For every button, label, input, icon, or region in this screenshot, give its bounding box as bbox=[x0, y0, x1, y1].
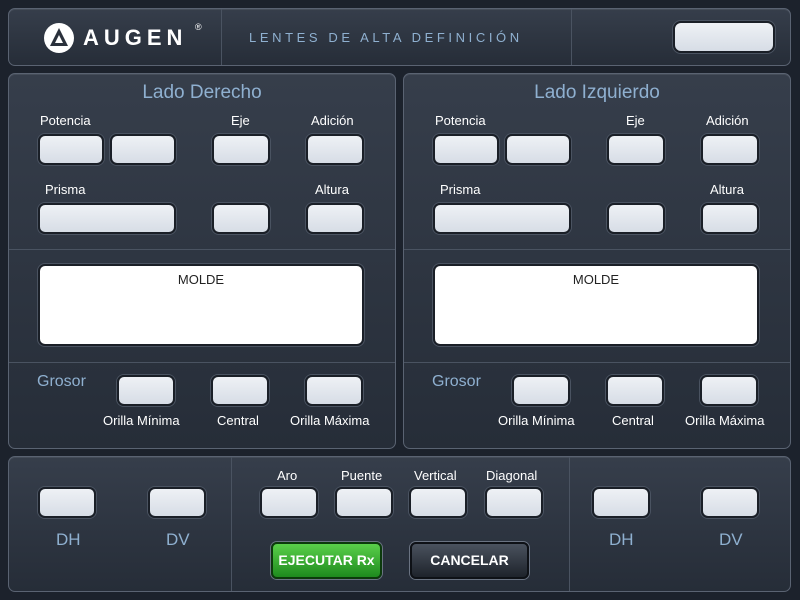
bottom-divider bbox=[569, 457, 570, 591]
right-eye-panel: Lado Derecho Potencia Eje Adición Prisma… bbox=[8, 73, 396, 449]
bottom-divider bbox=[231, 457, 232, 591]
brand-name: AUGEN bbox=[83, 25, 188, 50]
header-corner-field[interactable] bbox=[673, 21, 775, 53]
axis-label: Eje bbox=[626, 113, 645, 128]
diagonal-label: Diagonal bbox=[486, 468, 538, 483]
center-field[interactable] bbox=[606, 375, 664, 406]
brand-registered-mark: ® bbox=[195, 22, 202, 32]
sphere-field[interactable] bbox=[433, 134, 499, 165]
dh-label: DH bbox=[56, 530, 81, 549]
dh-left-field[interactable] bbox=[592, 487, 650, 518]
logo: AUGEN ® bbox=[43, 22, 213, 54]
header-bar: AUGEN ® LENTES DE ALTA DEFINICIÓN bbox=[8, 8, 791, 66]
mold-label: MOLDE bbox=[177, 272, 225, 287]
left-eye-panel: Lado Izquierdo Potencia Eje Adición Pris… bbox=[403, 73, 791, 449]
center-label: Central bbox=[612, 413, 654, 428]
frame-measurements-panel: DH DV Aro Puente Vertical Diagonal EJECU… bbox=[8, 456, 791, 592]
max-edge-label: Orilla Máxima bbox=[685, 413, 765, 428]
prism-field[interactable] bbox=[38, 203, 176, 234]
power-label: Potencia bbox=[435, 113, 486, 128]
bridge-field[interactable] bbox=[335, 487, 393, 518]
height-field[interactable] bbox=[306, 203, 364, 234]
section-divider bbox=[404, 249, 790, 250]
max-edge-field[interactable] bbox=[700, 375, 758, 406]
axis-label: Eje bbox=[231, 113, 250, 128]
tagline: LENTES DE ALTA DEFINICIÓN bbox=[249, 30, 523, 45]
addition-label: Adición bbox=[706, 113, 749, 128]
header-divider bbox=[221, 9, 222, 65]
thickness-label: Grosor bbox=[432, 373, 481, 390]
max-edge-label: Orilla Máxima bbox=[290, 413, 370, 428]
dh-right-field[interactable] bbox=[38, 487, 96, 518]
height-field[interactable] bbox=[701, 203, 759, 234]
mold-label: MOLDE bbox=[572, 272, 620, 287]
vertical-field[interactable] bbox=[409, 487, 467, 518]
section-divider bbox=[9, 249, 395, 250]
diagonal-field[interactable] bbox=[485, 487, 543, 518]
section-divider bbox=[9, 362, 395, 363]
vertical-label: Vertical bbox=[414, 468, 457, 483]
prism-label: Prisma bbox=[440, 182, 481, 197]
dv-left-field[interactable] bbox=[701, 487, 759, 518]
min-edge-field[interactable] bbox=[117, 375, 175, 406]
dh-label: DH bbox=[609, 530, 634, 549]
height-label: Altura bbox=[710, 182, 744, 197]
addition-field[interactable] bbox=[306, 134, 364, 165]
prism-base-field[interactable] bbox=[607, 203, 665, 234]
execute-rx-button[interactable]: EJECUTAR Rx bbox=[271, 542, 382, 579]
cylinder-field[interactable] bbox=[110, 134, 176, 165]
dv-label: DV bbox=[719, 530, 743, 549]
triangle-circle-icon bbox=[44, 23, 74, 53]
axis-field[interactable] bbox=[212, 134, 270, 165]
addition-field[interactable] bbox=[701, 134, 759, 165]
prism-base-field[interactable] bbox=[212, 203, 270, 234]
bridge-label: Puente bbox=[341, 468, 383, 483]
height-label: Altura bbox=[315, 182, 349, 197]
mold-box[interactable]: MOLDE bbox=[433, 264, 759, 346]
min-edge-field[interactable] bbox=[512, 375, 570, 406]
axis-field[interactable] bbox=[607, 134, 665, 165]
prism-field[interactable] bbox=[433, 203, 571, 234]
cancel-button[interactable]: CANCELAR bbox=[410, 542, 529, 579]
header-divider bbox=[571, 9, 572, 65]
max-edge-field[interactable] bbox=[305, 375, 363, 406]
min-edge-label: Orilla Mínima bbox=[103, 413, 180, 428]
center-field[interactable] bbox=[211, 375, 269, 406]
panel-title: Lado Izquierdo bbox=[534, 82, 660, 103]
section-divider bbox=[404, 362, 790, 363]
frame-field[interactable] bbox=[260, 487, 318, 518]
frame-label: Aro bbox=[277, 468, 298, 483]
center-label: Central bbox=[217, 413, 259, 428]
thickness-label: Grosor bbox=[37, 373, 86, 390]
dv-right-field[interactable] bbox=[148, 487, 206, 518]
sphere-field[interactable] bbox=[38, 134, 104, 165]
power-label: Potencia bbox=[40, 113, 91, 128]
prism-label: Prisma bbox=[45, 182, 86, 197]
cylinder-field[interactable] bbox=[505, 134, 571, 165]
dv-label: DV bbox=[166, 530, 190, 549]
mold-box[interactable]: MOLDE bbox=[38, 264, 364, 346]
addition-label: Adición bbox=[311, 113, 354, 128]
min-edge-label: Orilla Mínima bbox=[498, 413, 575, 428]
panel-title: Lado Derecho bbox=[142, 82, 262, 103]
